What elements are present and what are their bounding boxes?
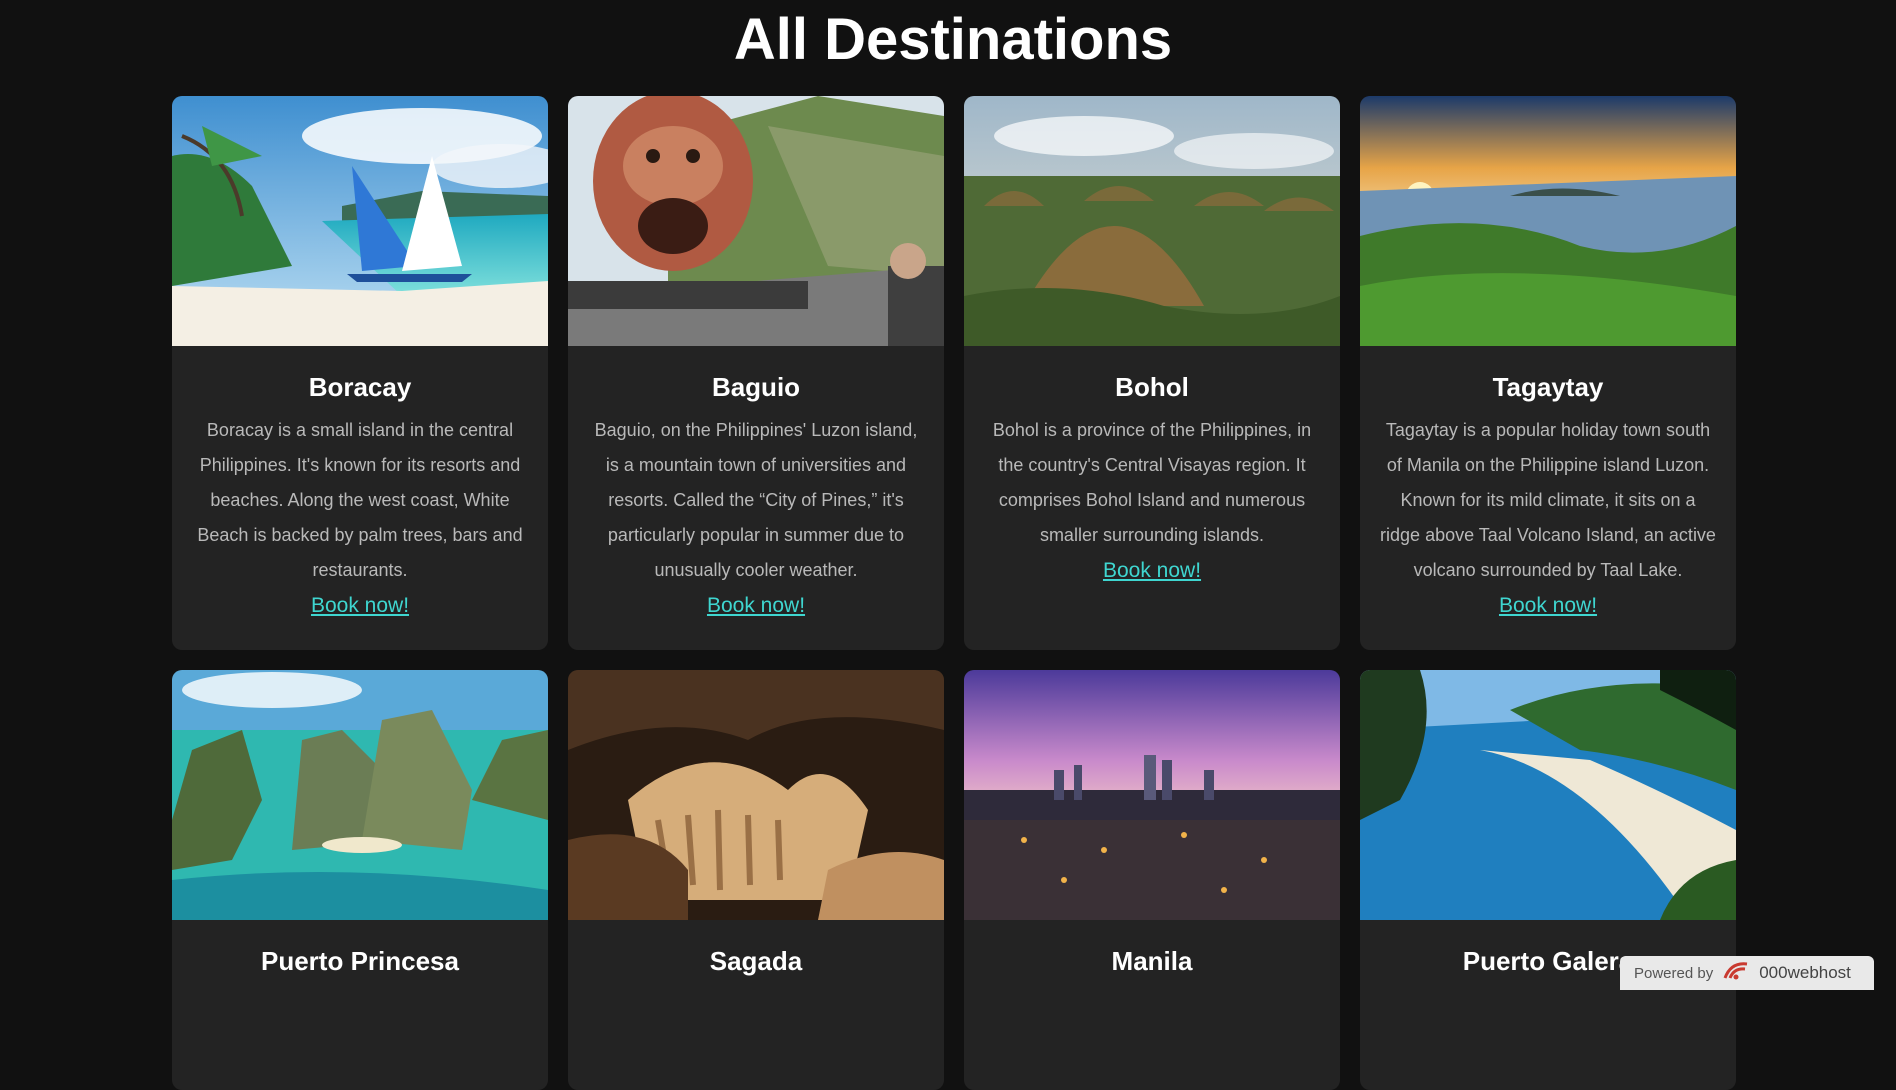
destination-card-manila: Manila <box>964 670 1340 1090</box>
card-description: Boracay is a small island in the central… <box>197 420 523 580</box>
badge-brand: 000webhost <box>1759 963 1851 982</box>
card-description: Bohol is a province of the Philippines, … <box>992 420 1312 545</box>
card-title: Boracay <box>308 372 412 402</box>
manila-image <box>964 670 1340 920</box>
destination-card-bohol: Bohol Bohol is a province of the Philipp… <box>964 96 1340 650</box>
card-title: Puerto Princesa <box>261 946 459 976</box>
destination-card-baguio: Baguio Baguio, on the Philippines' Luzon… <box>568 96 944 650</box>
book-now-link-bohol[interactable]: Book now! <box>1103 559 1201 583</box>
bohol-image <box>964 96 1340 346</box>
destination-card-tagaytay: Tagaytay Tagaytay is a popular holiday t… <box>1360 96 1736 650</box>
destination-card-sagada: Sagada <box>568 670 944 1090</box>
destination-card-puerto-princesa: Puerto Princesa <box>172 670 548 1090</box>
hosting-badge[interactable]: Powered by 000webhost <box>1620 956 1874 990</box>
card-title: Sagada <box>709 946 803 976</box>
book-now-link-boracay[interactable]: Book now! <box>311 594 409 618</box>
destination-card-boracay: Boracay Boracay is a small island in the… <box>172 96 548 650</box>
puerto-princesa-image <box>172 670 548 920</box>
book-now-link-baguio[interactable]: Book now! <box>707 594 805 618</box>
tagaytay-image <box>1360 96 1736 346</box>
badge-prefix: Powered by <box>1634 964 1714 982</box>
card-description: Baguio, on the Philippines' Luzon island… <box>594 420 918 580</box>
000webhost-logo-icon <box>1721 960 1751 986</box>
card-title: Manila <box>1111 946 1193 976</box>
page-title: All Destinations <box>733 7 1173 72</box>
card-title: Bohol <box>1115 372 1189 402</box>
sagada-image <box>568 670 944 920</box>
boracay-image <box>172 96 548 346</box>
card-title: Tagaytay <box>1492 372 1604 402</box>
destinations-grid: Boracay Boracay is a small island in the… <box>172 96 1736 1090</box>
destination-card-puerto-galera: Puerto Galera <box>1360 670 1736 1090</box>
card-title: Baguio <box>711 372 801 402</box>
book-now-link-tagaytay[interactable]: Book now! <box>1499 594 1597 618</box>
baguio-image <box>568 96 944 346</box>
puerto-galera-image <box>1360 670 1736 920</box>
card-description: Tagaytay is a popular holiday town south… <box>1380 420 1716 580</box>
